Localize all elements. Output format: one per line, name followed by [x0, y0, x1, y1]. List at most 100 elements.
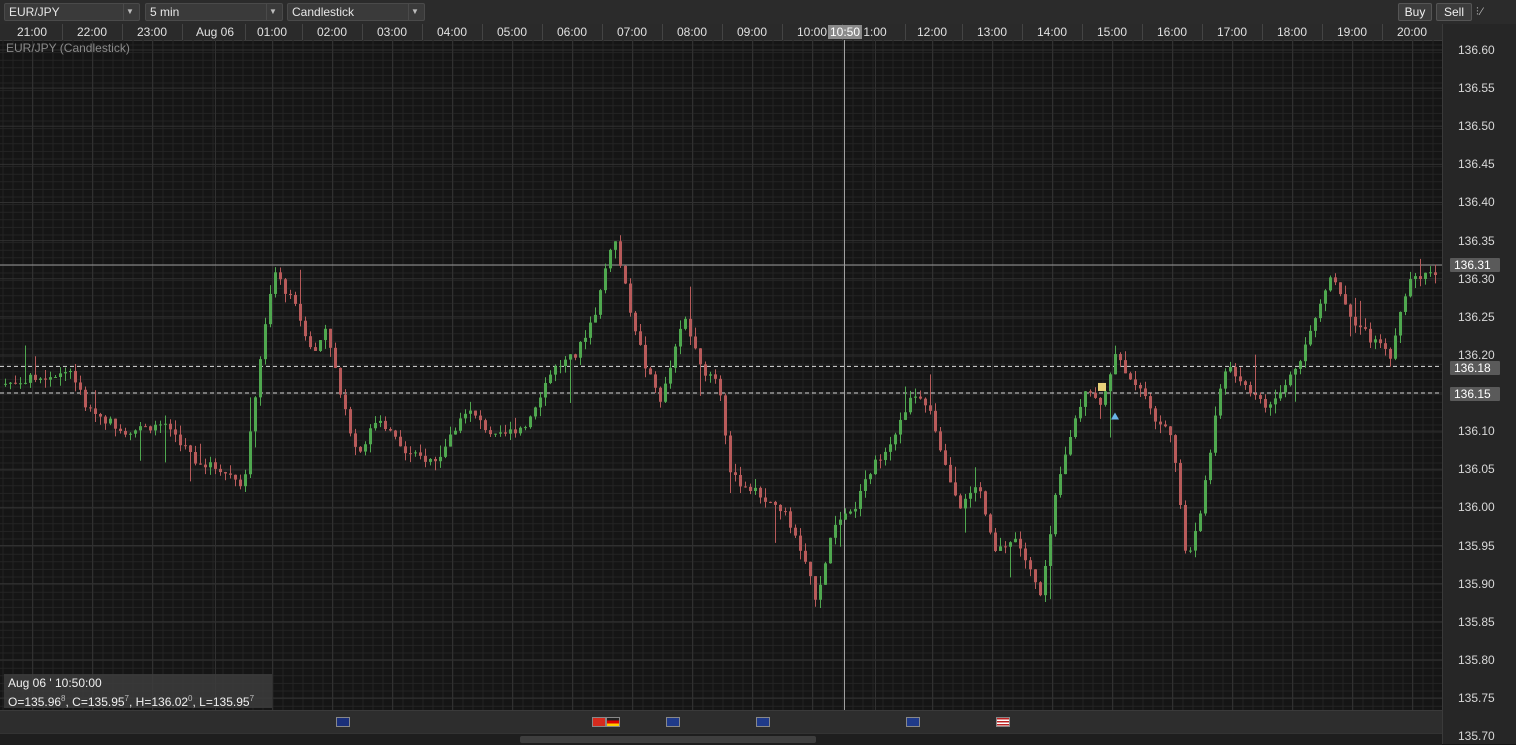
candle: [644, 336, 647, 378]
price-label: 135.70: [1458, 729, 1495, 744]
germany-flag-icon[interactable]: [606, 717, 620, 727]
usa-flag-icon[interactable]: [996, 717, 1010, 727]
candle: [569, 354, 572, 403]
candle: [914, 388, 917, 404]
trade-marker[interactable]: [1098, 382, 1106, 391]
buy-button[interactable]: Buy: [1398, 3, 1432, 21]
candle: [1059, 466, 1062, 498]
candle: [769, 501, 772, 504]
candle: [44, 370, 47, 388]
lower-line-price-tag: 136.15: [1450, 387, 1500, 401]
candle: [974, 467, 977, 502]
candle: [124, 427, 127, 438]
candlestick-chart[interactable]: [0, 40, 1442, 710]
candle: [839, 511, 842, 547]
candle: [364, 441, 367, 456]
time-label: 12:00: [916, 25, 948, 39]
candle: [1149, 393, 1152, 415]
price-label: 136.45: [1458, 157, 1495, 172]
candle: [584, 330, 587, 350]
time-label: 07:00: [616, 25, 648, 39]
candle: [779, 504, 782, 520]
chart-title: EUR/JPY (Candlestick): [6, 41, 130, 55]
candle: [1409, 271, 1412, 298]
candle: [1039, 581, 1042, 597]
candle: [469, 401, 472, 422]
candle: [1404, 293, 1407, 316]
candle: [1399, 311, 1402, 344]
switzerland-flag-icon[interactable]: [592, 717, 606, 727]
uk-flag-icon[interactable]: [666, 717, 680, 727]
time-label: 23:00: [136, 25, 168, 39]
candle: [649, 366, 652, 375]
candle: [1029, 557, 1032, 577]
candle: [954, 466, 957, 497]
candle: [934, 403, 937, 433]
candle: [49, 371, 52, 387]
candle: [274, 267, 277, 298]
candle: [524, 425, 527, 431]
symbol-value: EUR/JPY: [9, 5, 60, 19]
price-label: 136.25: [1458, 309, 1495, 324]
candle: [149, 425, 152, 434]
interval-dropdown[interactable]: 5 min ▼: [145, 3, 283, 21]
candle: [1204, 475, 1207, 516]
ohlc-values: O=135.968, C=135.957, H=136.020, L=135.9…: [8, 694, 255, 709]
candle: [819, 575, 822, 609]
candle: [334, 342, 337, 369]
candle: [1424, 272, 1427, 285]
chart-type-dropdown[interactable]: Candlestick ▼: [287, 3, 425, 21]
candle: [559, 360, 562, 374]
candle: [459, 412, 462, 434]
candle: [854, 501, 857, 518]
australia-flag-icon[interactable]: [336, 717, 350, 727]
time-label: 15:00: [1096, 25, 1128, 39]
candle: [444, 438, 447, 459]
uk-flag-icon[interactable]: [756, 717, 770, 727]
time-label: 17:00: [1216, 25, 1248, 39]
candle: [589, 316, 592, 345]
candle: [749, 483, 752, 495]
time-label: 02:00: [316, 25, 348, 39]
candle: [744, 481, 747, 488]
candle: [809, 561, 812, 585]
candle: [99, 412, 102, 425]
time-label: 16:00: [1156, 25, 1188, 39]
time-label: 08:00: [676, 25, 708, 39]
candle: [264, 317, 267, 365]
scrollbar-thumb[interactable]: [520, 736, 816, 743]
candle: [1109, 372, 1112, 438]
time-label: 18:00: [1276, 25, 1308, 39]
line-tool-icon[interactable]: ⁄: [1481, 6, 1485, 18]
drawing-tools[interactable]: ⫶⁄: [1476, 3, 1514, 21]
candle: [579, 341, 582, 366]
candle: [289, 289, 292, 299]
toolbar: EUR/JPY ▼ 5 min ▼ Candlestick ▼ Buy Sell…: [0, 0, 1516, 25]
price-label: 135.80: [1458, 652, 1495, 667]
candle: [724, 393, 727, 445]
candle: [429, 458, 432, 466]
sell-button[interactable]: Sell: [1436, 3, 1472, 21]
candle: [424, 448, 427, 468]
candle: [1349, 303, 1352, 337]
candle: [39, 377, 42, 384]
candle: [1309, 325, 1312, 347]
uk-flag-icon[interactable]: [906, 717, 920, 727]
candle: [299, 269, 302, 327]
time-label: 22:00: [76, 25, 108, 39]
candle: [194, 445, 197, 466]
candle: [734, 463, 737, 482]
candle: [314, 342, 317, 351]
candle: [229, 465, 232, 479]
symbol-dropdown[interactable]: EUR/JPY ▼: [4, 3, 140, 21]
candle: [494, 433, 497, 438]
horizontal-scrollbar[interactable]: [0, 733, 1442, 745]
candle: [489, 426, 492, 438]
candle: [199, 443, 202, 465]
candle: [529, 415, 532, 429]
candle: [219, 464, 222, 476]
candle: [824, 561, 827, 585]
candle: [874, 455, 877, 475]
candle: [34, 356, 37, 383]
candle: [1179, 459, 1182, 509]
